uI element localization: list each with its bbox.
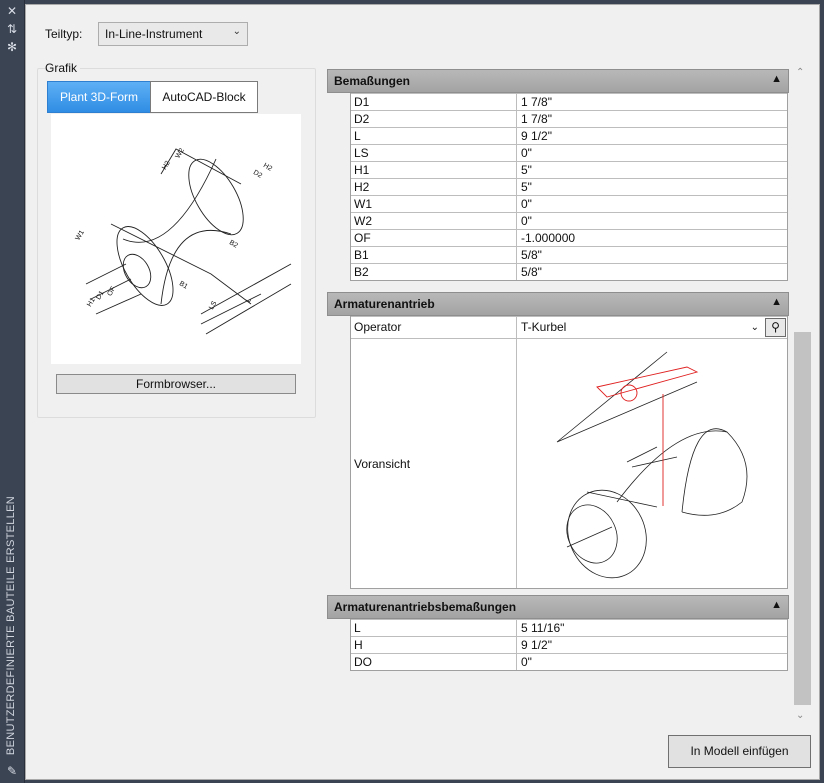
operator-row[interactable]: Operator T-Kurbel ⌄ ⚲ [351, 316, 787, 338]
chevron-down-icon: ⌄ [232, 26, 241, 37]
row-key: L [351, 620, 517, 636]
voransicht-row: Voransicht [351, 338, 787, 588]
palette-titlebar: ✕ ⇅ ✻ BENUTZERDEFINIERTE BAUTEILE ERSTEL… [0, 0, 25, 783]
collapse-icon[interactable]: ▲ [771, 599, 782, 611]
row-value[interactable]: 9 1/2" [517, 637, 787, 653]
formbrowser-button[interactable]: Formbrowser... [56, 374, 296, 394]
armaturenantrieb-grid: Operator T-Kurbel ⌄ ⚲ Voransicht [350, 316, 788, 589]
grid-row[interactable]: B1 5/8" [351, 246, 787, 263]
collapse-icon[interactable]: ▲ [771, 296, 782, 308]
section-title: Armaturenantrieb [334, 297, 435, 311]
grid-row[interactable]: W1 0" [351, 195, 787, 212]
row-key: L [351, 128, 517, 144]
row-value[interactable]: 0" [517, 654, 787, 670]
grid-row[interactable]: D1 1 7/8" [351, 93, 787, 110]
row-key: D1 [351, 94, 517, 110]
row-key: LS [351, 145, 517, 161]
row-value[interactable]: 5/8" [517, 264, 787, 280]
scroll-up-icon[interactable]: ⌃ [796, 67, 804, 78]
row-value[interactable]: 5/8" [517, 247, 787, 263]
row-value[interactable]: 1 7/8" [517, 111, 787, 127]
row-value[interactable]: 0" [517, 196, 787, 212]
properties-icon[interactable]: ✻ [4, 40, 20, 54]
grid-row[interactable]: L5 11/16" [351, 619, 787, 636]
teiltyp-label: Teiltyp: [45, 27, 83, 41]
section-header-armaturenantrieb[interactable]: Armaturenantrieb ▲ [327, 292, 789, 316]
grid-row[interactable]: OF -1.000000 [351, 229, 787, 246]
grid-row[interactable]: L9 1/2" [351, 127, 787, 144]
chevron-down-icon: ⌄ [750, 322, 759, 333]
row-key: D2 [351, 111, 517, 127]
teiltyp-value: In-Line-Instrument [105, 27, 203, 41]
custom-parts-panel: Teiltyp: In-Line-Instrument ⌄ Grafik Pla… [25, 4, 820, 780]
palette-settings-icon[interactable]: ✎ [4, 764, 20, 778]
insert-into-model-button[interactable]: In Modell einfügen [668, 735, 811, 768]
row-key: H1 [351, 162, 517, 178]
row-value[interactable]: 1 7/8" [517, 94, 787, 110]
row-value[interactable]: 5" [517, 162, 787, 178]
autohide-icon[interactable]: ⇅ [4, 22, 20, 36]
row-key: B2 [351, 264, 517, 280]
row-value[interactable]: 5" [517, 179, 787, 195]
section-header-bemassungen[interactable]: Bemaßungen ▲ [327, 69, 789, 93]
antriebsbemassungen-grid: L5 11/16" H9 1/2" DO 0" [350, 619, 788, 671]
section-title: Armaturenantriebsbemaßungen [334, 600, 517, 614]
row-key: H [351, 637, 517, 653]
teiltyp-select[interactable]: In-Line-Instrument ⌄ [98, 22, 248, 46]
grid-row[interactable]: H1 5" [351, 161, 787, 178]
row-key: DO [351, 654, 517, 670]
row-value[interactable]: -1.000000 [517, 230, 787, 246]
grid-row[interactable]: DO 0" [351, 653, 787, 670]
row-key: OF [351, 230, 517, 246]
palette-title: BENUTZERDEFINIERTE BAUTEILE ERSTELLEN [5, 495, 17, 755]
grid-row[interactable]: H9 1/2" [351, 636, 787, 653]
grid-row[interactable]: LS 0" [351, 144, 787, 161]
grafik-label: Grafik [45, 61, 81, 75]
voransicht-cell [517, 339, 787, 588]
row-value[interactable]: 5 11/16" [517, 620, 787, 636]
collapse-icon[interactable]: ▲ [771, 73, 782, 85]
operator-preview-image [527, 342, 777, 587]
operator-select[interactable]: T-Kurbel ⌄ ⚲ [517, 317, 787, 338]
grid-row[interactable]: W2 0" [351, 212, 787, 229]
row-key: W2 [351, 213, 517, 229]
operator-label: Operator [351, 317, 517, 338]
voransicht-label: Voransicht [351, 339, 517, 588]
grid-row[interactable]: D2 1 7/8" [351, 110, 787, 127]
row-value[interactable]: 9 1/2" [517, 128, 787, 144]
scroll-down-icon[interactable]: ⌄ [796, 710, 804, 721]
grid-row[interactable]: B2 5/8" [351, 263, 787, 280]
row-key: H2 [351, 179, 517, 195]
row-key: B1 [351, 247, 517, 263]
scrollbar-thumb[interactable] [794, 332, 811, 705]
section-header-antriebsbemassungen[interactable]: Armaturenantriebsbemaßungen ▲ [327, 595, 789, 619]
row-value[interactable]: 0" [517, 145, 787, 161]
operator-picker-icon[interactable]: ⚲ [765, 318, 786, 337]
shape-diagram: H2 W2 D2 H2 B2 W1 H1 D1 OF B1 LS L [51, 114, 301, 364]
close-icon[interactable]: ✕ [4, 4, 20, 18]
bemassungen-grid: D1 1 7/8" D2 1 7/8" L9 1/2" LS 0" H1 5" H2 5"… [350, 93, 788, 281]
tab-autocad-block[interactable]: AutoCAD-Block [150, 81, 258, 113]
row-value[interactable]: 0" [517, 213, 787, 229]
operator-value: T-Kurbel [521, 320, 567, 334]
row-key: W1 [351, 196, 517, 212]
tab-plant-3d-form[interactable]: Plant 3D-Form [47, 81, 151, 113]
grid-row[interactable]: H2 5" [351, 178, 787, 195]
section-title: Bemaßungen [334, 74, 411, 88]
